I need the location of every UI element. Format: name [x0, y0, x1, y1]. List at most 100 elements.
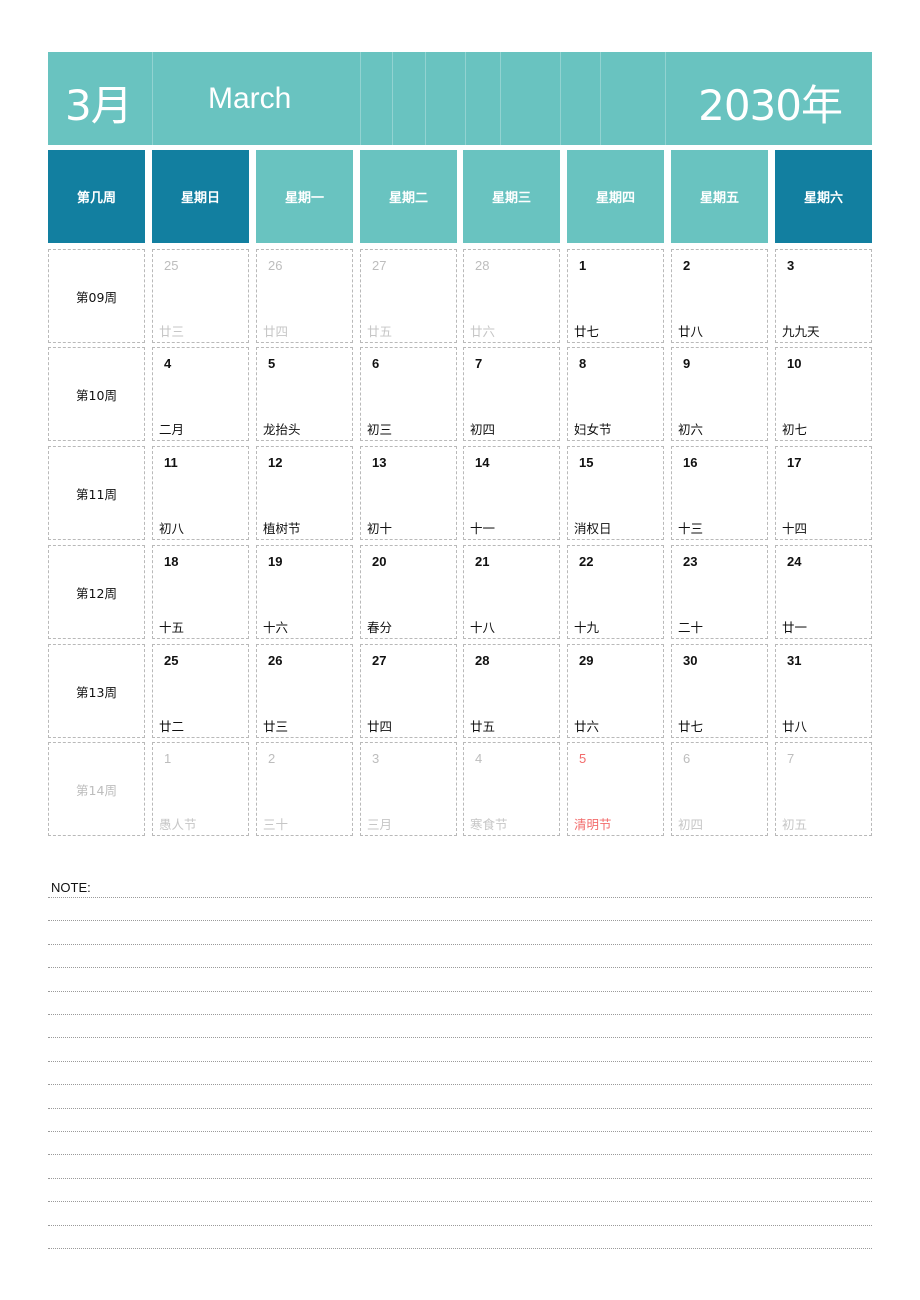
week-number-cell: 第09周: [48, 249, 145, 343]
day-cell[interactable]: 23 二十: [671, 545, 768, 639]
banner-divider: [600, 52, 601, 145]
week-number-cell: 第10周: [48, 347, 145, 441]
day-cell[interactable]: 11 初八: [152, 446, 249, 540]
note-line[interactable]: [48, 920, 872, 921]
day-cell[interactable]: 4 二月: [152, 347, 249, 441]
day-cell[interactable]: 17 十四: [775, 446, 872, 540]
day-number: 4: [164, 356, 172, 371]
day-number: 5: [268, 356, 276, 371]
day-cell[interactable]: 7 初四: [463, 347, 560, 441]
day-cell[interactable]: 14 十一: [463, 446, 560, 540]
day-number: 24: [787, 554, 802, 569]
day-number: 4: [475, 751, 483, 766]
note-line[interactable]: [48, 1248, 872, 1249]
day-cell[interactable]: 8 妇女节: [567, 347, 664, 441]
day-number: 3: [372, 751, 380, 766]
day-cell[interactable]: 29 廿六: [567, 644, 664, 738]
day-cell[interactable]: 1 愚人节: [152, 742, 249, 836]
note-line[interactable]: [48, 991, 872, 992]
note-line[interactable]: [48, 1154, 872, 1155]
day-cell[interactable]: 28 廿六: [463, 249, 560, 343]
day-number: 5: [579, 751, 587, 766]
day-number: 22: [579, 554, 594, 569]
lunar-date: 廿五: [470, 719, 496, 734]
lunar-date: 廿一: [782, 620, 808, 635]
day-cell[interactable]: 2 三十: [256, 742, 353, 836]
day-cell[interactable]: 18 十五: [152, 545, 249, 639]
day-cell[interactable]: 4 寒食节: [463, 742, 560, 836]
day-cell[interactable]: 25 廿三: [152, 249, 249, 343]
note-line[interactable]: [48, 967, 872, 968]
note-line[interactable]: [48, 1178, 872, 1179]
day-number: 6: [372, 356, 380, 371]
day-number: 12: [268, 455, 283, 470]
day-number: 1: [579, 258, 587, 273]
day-cell[interactable]: 5 清明节: [567, 742, 664, 836]
day-number: 7: [787, 751, 795, 766]
note-line[interactable]: [48, 944, 872, 945]
note-line[interactable]: [48, 1014, 872, 1015]
lunar-date: 廿六: [470, 324, 496, 339]
weekday-header: 星期四: [567, 150, 664, 243]
day-number: 19: [268, 554, 283, 569]
day-number: 27: [372, 258, 387, 273]
day-cell[interactable]: 25 廿二: [152, 644, 249, 738]
lunar-date: 清明节: [574, 817, 612, 832]
day-cell[interactable]: 10 初七: [775, 347, 872, 441]
day-cell[interactable]: 2 廿八: [671, 249, 768, 343]
day-cell[interactable]: 26 廿三: [256, 644, 353, 738]
day-cell[interactable]: 3 三月: [360, 742, 457, 836]
lunar-date: 廿三: [263, 719, 289, 734]
note-line[interactable]: [48, 1225, 872, 1226]
lunar-date: 初七: [782, 422, 808, 437]
lunar-date: 初四: [470, 422, 496, 437]
lunar-date: 初五: [782, 817, 808, 832]
day-cell[interactable]: 15 消权日: [567, 446, 664, 540]
day-cell[interactable]: 27 廿四: [360, 644, 457, 738]
year-label: 2030年: [698, 81, 843, 130]
day-cell[interactable]: 16 十三: [671, 446, 768, 540]
day-cell[interactable]: 26 廿四: [256, 249, 353, 343]
lunar-date: 十四: [782, 521, 808, 536]
note-line[interactable]: [48, 1108, 872, 1109]
day-cell[interactable]: 3 九九天: [775, 249, 872, 343]
day-cell[interactable]: 9 初六: [671, 347, 768, 441]
note-line[interactable]: [48, 1201, 872, 1202]
banner-divider: [425, 52, 426, 145]
day-cell[interactable]: 20 春分: [360, 545, 457, 639]
lunar-date: 廿七: [574, 324, 600, 339]
lunar-date: 十九: [574, 620, 600, 635]
day-number: 29: [579, 653, 594, 668]
day-number: 28: [475, 653, 490, 668]
day-cell[interactable]: 5 龙抬头: [256, 347, 353, 441]
day-cell[interactable]: 21 十八: [463, 545, 560, 639]
day-number: 28: [475, 258, 490, 273]
day-cell[interactable]: 7 初五: [775, 742, 872, 836]
day-cell[interactable]: 6 初四: [671, 742, 768, 836]
note-line[interactable]: [48, 1037, 872, 1038]
day-cell[interactable]: 28 廿五: [463, 644, 560, 738]
note-line[interactable]: [48, 1131, 872, 1132]
day-cell[interactable]: 19 十六: [256, 545, 353, 639]
day-cell[interactable]: 6 初三: [360, 347, 457, 441]
lunar-date: 寒食节: [470, 817, 508, 832]
day-number: 11: [164, 455, 178, 470]
day-number: 1: [164, 751, 172, 766]
day-cell[interactable]: 27 廿五: [360, 249, 457, 343]
day-number: 16: [683, 455, 698, 470]
lunar-date: 廿八: [678, 324, 704, 339]
month-name: March: [208, 82, 292, 115]
day-number: 2: [268, 751, 276, 766]
lunar-date: 廿八: [782, 719, 808, 734]
day-cell[interactable]: 24 廿一: [775, 545, 872, 639]
note-line[interactable]: [48, 897, 872, 898]
day-cell[interactable]: 13 初十: [360, 446, 457, 540]
note-line[interactable]: [48, 1061, 872, 1062]
day-cell[interactable]: 12 植树节: [256, 446, 353, 540]
day-cell[interactable]: 1 廿七: [567, 249, 664, 343]
day-cell[interactable]: 30 廿七: [671, 644, 768, 738]
day-cell[interactable]: 22 十九: [567, 545, 664, 639]
day-cell[interactable]: 31 廿八: [775, 644, 872, 738]
note-line[interactable]: [48, 1084, 872, 1085]
lunar-date: 初六: [678, 422, 704, 437]
